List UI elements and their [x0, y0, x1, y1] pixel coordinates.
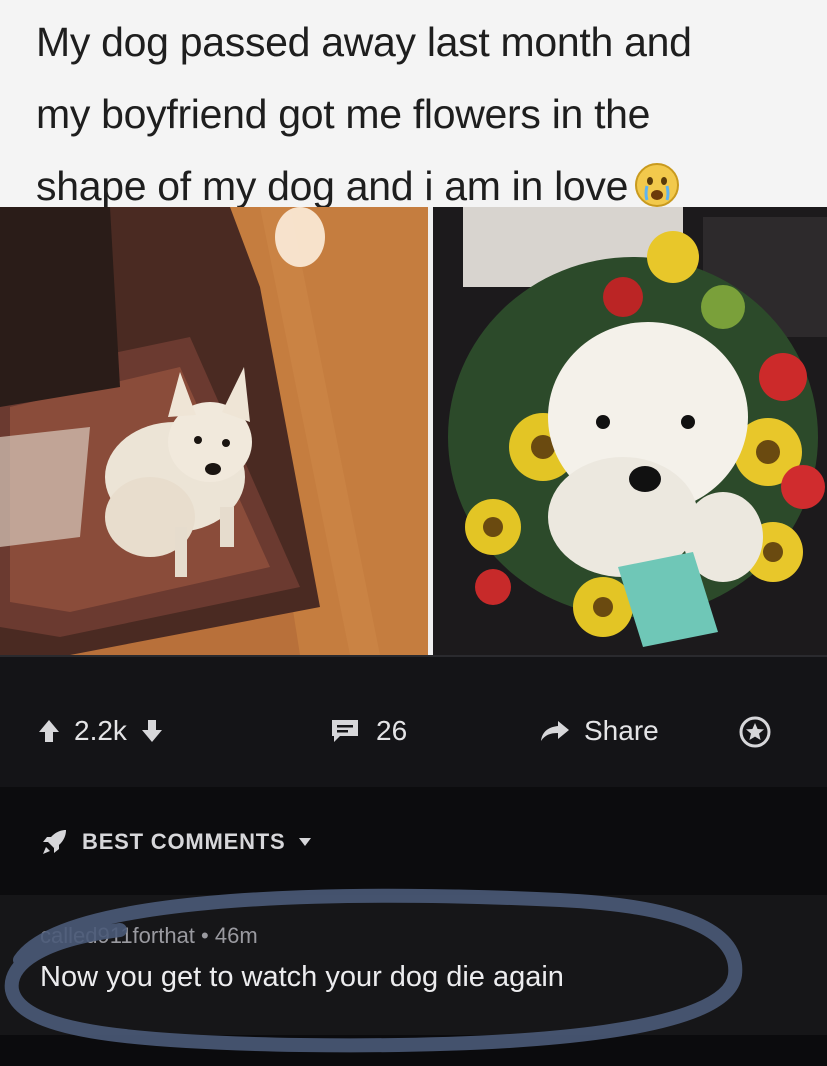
comment-meta: called911forthat • 46m	[40, 923, 258, 949]
post-header: My dog passed away last month and my boy…	[0, 0, 827, 209]
award-button[interactable]	[738, 715, 772, 749]
post-action-bar: 2.2k 26 Share	[0, 655, 827, 787]
share-label: Share	[584, 715, 659, 746]
downvote-arrow-icon[interactable]	[141, 719, 163, 743]
flower-dog-photo	[433, 207, 827, 655]
award-star-icon	[739, 716, 771, 748]
comment: called911forthat • 46m Now you get to wa…	[0, 895, 827, 1035]
dog-photo	[0, 207, 428, 655]
comment-body: Now you get to watch your dog die again	[40, 961, 564, 993]
post-image-row	[0, 207, 827, 655]
vote-group: 2.2k	[38, 715, 163, 747]
chevron-down-icon	[298, 838, 311, 846]
post-title-line-3-text: shape of my dog and i am in love	[36, 163, 629, 209]
rocket-icon	[43, 830, 66, 854]
upvote-arrow-icon[interactable]	[38, 719, 60, 743]
bottom-strip	[0, 1035, 827, 1066]
comment-count: 26	[376, 715, 408, 746]
comments-sort-bar: BEST COMMENTS	[0, 787, 827, 895]
share-arrow-icon	[541, 721, 569, 741]
crying-face-icon	[635, 163, 680, 207]
comments-button[interactable]: 26	[330, 715, 407, 747]
sort-label: BEST COMMENTS	[82, 829, 286, 854]
comment-sort-selector[interactable]: BEST COMMENTS	[40, 827, 312, 857]
comment-bubble-icon	[332, 720, 358, 742]
vote-count: 2.2k	[74, 715, 127, 746]
share-button[interactable]: Share	[540, 715, 659, 747]
comment-meta-text[interactable]: called911forthat • 46m	[40, 923, 258, 948]
post-title-line-1: My dog passed away last month and	[36, 19, 692, 65]
post-title-line-2: my boyfriend got me flowers in the	[36, 91, 651, 137]
